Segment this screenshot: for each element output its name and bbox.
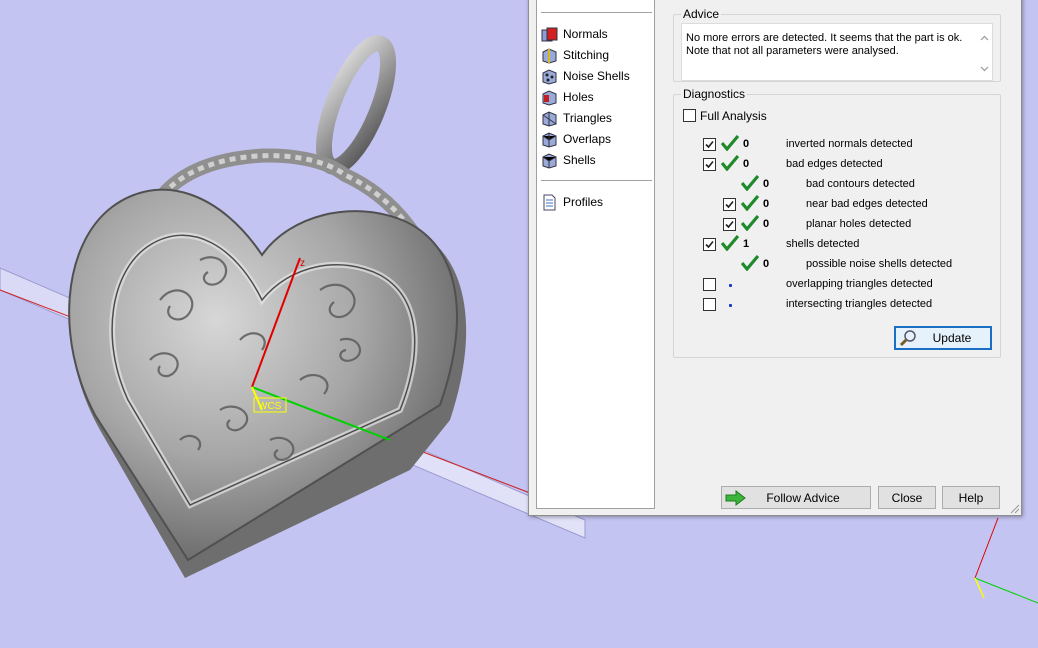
- nav-item-stitching[interactable]: Stitching: [541, 45, 651, 65]
- nav-item-triangles[interactable]: Triangles: [541, 108, 651, 128]
- update-button-label: Update: [932, 331, 972, 345]
- overlapping-triangles-checkbox[interactable]: [703, 278, 716, 291]
- not-analysed-dot-icon: [729, 284, 732, 287]
- scroll-down-icon[interactable]: [980, 64, 989, 73]
- scroll-up-icon[interactable]: [980, 34, 989, 43]
- diagnostics-group: Diagnostics Full Analysis 0 inverted nor…: [673, 87, 1001, 358]
- shells-label: shells detected: [786, 238, 860, 250]
- nav-item-shells[interactable]: Shells: [541, 150, 651, 170]
- overlapping-triangles-label: overlapping triangles detected: [786, 278, 933, 290]
- svg-text:z: z: [300, 258, 305, 269]
- shells-icon: [542, 152, 557, 169]
- nav-item-noise-shells[interactable]: Noise Shells: [541, 66, 651, 86]
- nav-item-normals[interactable]: Normals: [541, 24, 651, 44]
- planar-holes-count: 0: [763, 218, 770, 230]
- noise-shells-count: 0: [763, 258, 770, 270]
- nav-item-label: Stitching: [563, 48, 610, 62]
- advice-group: Advice No more errors are detected. It s…: [673, 7, 1001, 82]
- ok-check-icon: [741, 175, 759, 191]
- bad-edges-count: 0: [743, 158, 750, 170]
- resize-grip-icon[interactable]: [1010, 504, 1020, 514]
- bad-contours-label: bad contours detected: [806, 178, 915, 190]
- near-bad-edges-label: near bad edges detected: [806, 198, 928, 210]
- advice-title: Advice: [681, 7, 722, 21]
- arrow-right-icon: [725, 490, 746, 506]
- bad-edges-checkbox[interactable]: [703, 158, 716, 171]
- ok-check-icon: [741, 195, 759, 211]
- ok-check-icon: [741, 255, 759, 271]
- close-label: Close: [891, 490, 923, 505]
- nav-item-label: Holes: [563, 90, 594, 104]
- noise-shells-label: possible noise shells detected: [806, 258, 953, 270]
- checkmark-icon: [705, 240, 714, 249]
- noise-shells-icon: [542, 68, 557, 85]
- ok-check-icon: [741, 215, 759, 231]
- checkmark-icon: [705, 160, 714, 169]
- nav-item-holes[interactable]: Holes: [541, 87, 651, 107]
- follow-advice-label: Follow Advice: [766, 490, 840, 505]
- near-bad-edges-count: 0: [763, 198, 770, 210]
- ok-check-icon: [721, 135, 739, 151]
- planar-holes-checkbox[interactable]: [723, 218, 736, 231]
- full-analysis-checkbox[interactable]: [683, 109, 696, 122]
- help-button[interactable]: Help: [942, 486, 1000, 509]
- nav-separator-top: [541, 12, 652, 13]
- checkmark-icon: [705, 140, 714, 149]
- advice-scrollbar[interactable]: [977, 24, 992, 80]
- profiles-icon: [543, 194, 556, 210]
- nav-item-profiles[interactable]: Profiles: [541, 192, 651, 212]
- magnifier-icon: [899, 330, 916, 347]
- bad-edges-label: bad edges detected: [786, 158, 883, 170]
- intersecting-triangles-checkbox[interactable]: [703, 298, 716, 311]
- diagnostics-title: Diagnostics: [681, 87, 748, 101]
- help-label: Help: [958, 490, 984, 505]
- triad-x: [974, 577, 1038, 604]
- checkmark-icon: [725, 220, 734, 229]
- nav-item-label: Overlaps: [563, 132, 612, 146]
- fix-wizard-dialog: Normals Stitching Noise Shells Holes Tri…: [528, 0, 1022, 516]
- nav-item-label: Triangles: [563, 111, 612, 125]
- inverted-normals-checkbox[interactable]: [703, 138, 716, 151]
- nav-separator: [541, 180, 652, 181]
- planar-holes-label: planar holes detected: [806, 218, 912, 230]
- triangles-icon: [542, 110, 557, 127]
- not-analysed-dot-icon: [729, 304, 732, 307]
- shells-count: 1: [743, 238, 750, 250]
- nav-item-label: Profiles: [563, 195, 604, 209]
- stitching-icon: [542, 47, 557, 64]
- wcs-label: WCS: [258, 401, 282, 412]
- overlaps-icon: [542, 131, 557, 148]
- holes-icon: [542, 89, 557, 106]
- follow-advice-button[interactable]: Follow Advice: [721, 486, 871, 509]
- inverted-normals-count: 0: [743, 138, 750, 150]
- nav-item-overlaps[interactable]: Overlaps: [541, 129, 651, 149]
- diagnostics-nav-panel: Normals Stitching Noise Shells Holes Tri…: [536, 0, 655, 509]
- full-analysis-label: Full Analysis: [700, 109, 767, 123]
- advice-line-2: Note that not all parameters were analys…: [686, 45, 899, 57]
- inverted-normals-label: inverted normals detected: [786, 138, 913, 150]
- heart-body: [68, 188, 458, 562]
- near-bad-edges-checkbox[interactable]: [723, 198, 736, 211]
- ok-check-icon: [721, 155, 739, 171]
- nav-item-label: Noise Shells: [563, 69, 630, 83]
- intersecting-triangles-label: intersecting triangles detected: [786, 298, 933, 310]
- pendant-bail: [315, 35, 397, 175]
- advice-line-1: No more errors are detected. It seems th…: [686, 32, 963, 44]
- advice-textbox: No more errors are detected. It seems th…: [681, 23, 993, 81]
- shells-checkbox[interactable]: [703, 238, 716, 251]
- ok-check-icon: [721, 235, 739, 251]
- bad-contours-count: 0: [763, 178, 770, 190]
- normals-icon: [541, 27, 558, 41]
- nav-item-label: Shells: [563, 153, 596, 167]
- close-button[interactable]: Close: [878, 486, 936, 509]
- update-button[interactable]: Update: [894, 326, 992, 350]
- checkmark-icon: [725, 200, 734, 209]
- nav-item-label: Normals: [563, 27, 608, 41]
- triad-z: [974, 517, 999, 579]
